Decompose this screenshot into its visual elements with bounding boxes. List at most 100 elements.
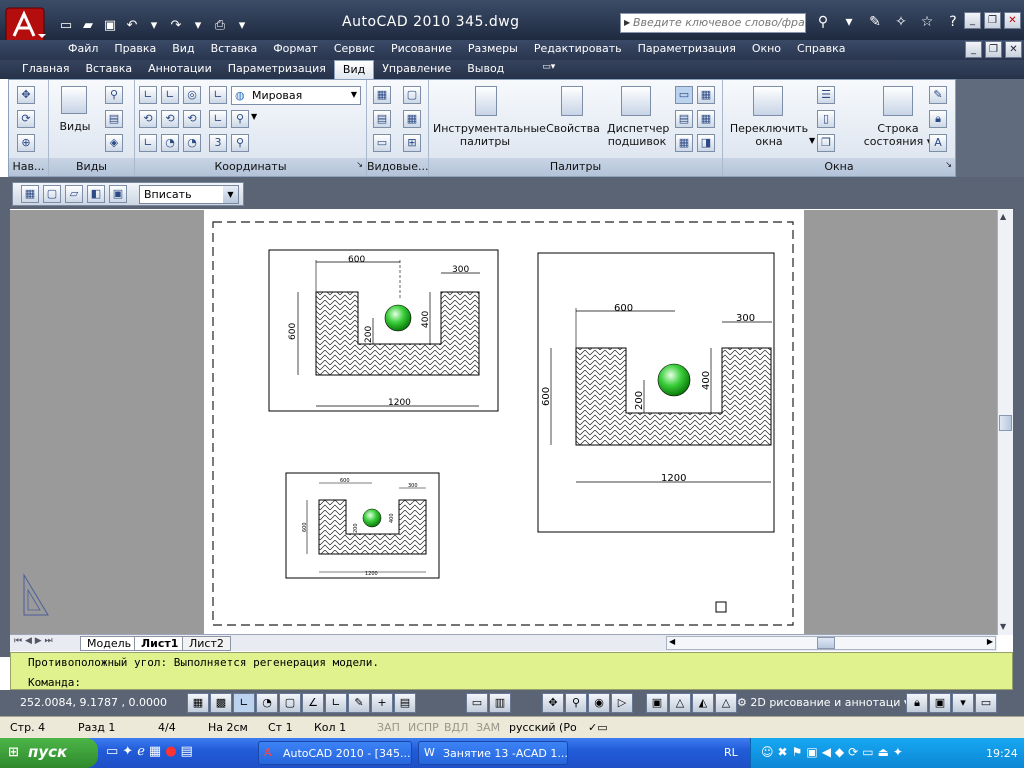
tray-display-icon[interactable]: ▭ [862, 745, 873, 759]
viewport-dialog-icon[interactable]: ▦ [21, 185, 39, 203]
tray-antivirus-icon[interactable]: ✖ [778, 745, 788, 759]
coordinates-display[interactable]: 252.0084, 9.1787 , 0.0000 [20, 696, 167, 709]
customize-qat-icon[interactable]: ▾ [232, 15, 252, 35]
search-input[interactable]: ▶ Введите ключевое слово/фразу [620, 13, 806, 33]
ucs-named-icon[interactable]: ◔ [183, 134, 201, 152]
browser-icon[interactable]: ℯ [137, 744, 145, 759]
ortho-icon[interactable]: ∟ [233, 693, 255, 713]
wrench-icon[interactable]: ✎ [864, 12, 886, 32]
undo-icon[interactable]: ↶ [122, 15, 142, 35]
outlook-icon[interactable]: ▤ [181, 744, 193, 759]
horizontal-scrollbar[interactable]: ◀ ▶ [666, 636, 996, 650]
scroll-right-icon[interactable]: ▶ [987, 637, 993, 646]
binoculars-icon[interactable]: ⚲ [812, 12, 834, 32]
quick-properties-icon[interactable]: ▤ [394, 693, 416, 713]
taskbar-task-autocad[interactable]: A AutoCAD 2010 - [345... [258, 741, 412, 765]
quick-view-layouts-icon[interactable]: ▥ [489, 693, 511, 713]
opera-icon[interactable]: ● [165, 744, 176, 759]
ucs-face-icon[interactable]: ∟ [139, 134, 157, 152]
ucs-select[interactable]: ◍ Мировая ▼ [231, 86, 361, 105]
tray-misc-icon[interactable]: ✦ [893, 745, 903, 759]
tab-layout1[interactable]: Лист1 [134, 636, 186, 651]
menu-dimension[interactable]: Размеры [460, 42, 526, 55]
vertical-scrollbar[interactable]: ▲ ▼ [997, 210, 1013, 635]
tab-parametric[interactable]: Параметризация [220, 60, 334, 79]
tool-palettes-button[interactable]: Инструментальные палитры [433, 122, 546, 148]
menu-edit[interactable]: Правка [106, 42, 164, 55]
ucs-object-icon[interactable]: ⚲ [231, 110, 249, 128]
dropdown-icon[interactable]: ▾ [838, 12, 860, 32]
tray-volume-icon[interactable]: ◀ [822, 745, 831, 759]
tray-network-icon[interactable]: ▣ [806, 745, 817, 759]
close-icon[interactable]: ✕ [1004, 12, 1021, 29]
single-viewport-icon[interactable]: ▢ [43, 185, 61, 203]
print-icon[interactable]: ⎙ [210, 15, 230, 35]
tab-model[interactable]: Модель [80, 636, 139, 651]
tile-horizontal-icon[interactable]: ☰ [817, 86, 835, 104]
doc-minimize-icon[interactable]: _ [965, 41, 982, 58]
menu-draw[interactable]: Рисование [383, 42, 460, 55]
doc-close-icon[interactable]: ✕ [1005, 41, 1022, 58]
otrack-icon[interactable]: ∠ [302, 693, 324, 713]
menu-help[interactable]: Справка [789, 42, 853, 55]
tray-update-icon[interactable]: ⟳ [848, 745, 858, 759]
viewport-grid-icon[interactable]: ⊞ [403, 134, 421, 152]
word-ovr[interactable]: ЗАМ [476, 721, 500, 734]
tray-safely-remove-icon[interactable]: ⏏ [878, 745, 889, 759]
minimize-icon[interactable]: _ [964, 12, 981, 29]
save-icon[interactable]: ▣ [100, 15, 120, 35]
new-file-icon[interactable]: ▭ [56, 15, 76, 35]
tab-view[interactable]: Вид [333, 60, 375, 79]
showmotion-icon[interactable]: ▷ [611, 693, 633, 713]
ucs-origin-icon[interactable]: ∟ [161, 86, 179, 104]
scroll-down-icon[interactable]: ▼ [1000, 622, 1006, 631]
ucs-3-icon[interactable]: 3 [209, 134, 227, 152]
word-rec[interactable]: ЗАП [377, 721, 400, 734]
workspace-switch[interactable]: ⚙ 2D рисование и аннотаци ▾ [735, 693, 909, 713]
viewport-single-icon[interactable]: ▭ [373, 134, 391, 152]
ribbon-minimize-icon[interactable]: ▭▾ [534, 60, 563, 79]
menu-modify[interactable]: Редактировать [526, 42, 630, 55]
tray-flag-icon[interactable]: ⚑ [792, 745, 803, 759]
3d-box-icon[interactable]: ◈ [105, 134, 123, 152]
word-ext[interactable]: ВДЛ [444, 721, 468, 734]
ucs-dropdown-icon[interactable]: ▼ [251, 112, 257, 121]
help-icon[interactable]: ? [942, 12, 964, 32]
maximize-viewport-icon[interactable]: ▣ [646, 693, 668, 713]
sheet-set-manager-icon[interactable] [621, 86, 651, 116]
menu-parametric[interactable]: Параметризация [630, 42, 744, 55]
tray-nvidia-icon[interactable]: ◆ [835, 745, 844, 759]
annotation-scale-icon[interactable]: △ [669, 693, 691, 713]
tab-home[interactable]: Главная [14, 60, 78, 79]
annotation-visibility-icon[interactable]: ◭ [692, 693, 714, 713]
undo-dropdown-icon[interactable]: ▾ [144, 15, 164, 35]
windows-launcher-icon[interactable]: ↘ [945, 160, 952, 169]
tab-nav-arrows-icon[interactable]: ⏮ ◀ ▶ ⏭ [14, 636, 53, 646]
switch-windows-dropdown-icon[interactable]: ▼ [809, 136, 815, 145]
switch-windows-icon[interactable] [753, 86, 783, 116]
dyn-icon[interactable]: ✎ [348, 693, 370, 713]
grid-icon[interactable]: ▩ [210, 693, 232, 713]
show-desktop-icon[interactable]: ▭ [106, 744, 118, 759]
redo-icon[interactable]: ↷ [166, 15, 186, 35]
command-line-icon[interactable]: ▭ [675, 86, 693, 104]
ucs-prev-icon[interactable]: ◔ [161, 134, 179, 152]
menu-insert[interactable]: Вставка [203, 42, 266, 55]
ucs-y-icon[interactable]: ⟲ [161, 110, 179, 128]
lineweight-icon[interactable]: + [371, 693, 393, 713]
model-space-icon[interactable]: ▭ [466, 693, 488, 713]
polygonal-viewport-icon[interactable]: ▱ [65, 185, 83, 203]
tool-palettes-icon[interactable] [475, 86, 497, 116]
clip-viewport-icon[interactable]: ▣ [109, 185, 127, 203]
viewport-new-icon[interactable]: ▢ [403, 86, 421, 104]
tray-app-icon[interactable]: ☺ [761, 745, 774, 759]
cascade-icon[interactable]: ❐ [817, 134, 835, 152]
ucs-3point-icon[interactable]: ∟ [209, 110, 227, 128]
word-language[interactable]: русский (Ро [509, 721, 577, 734]
views-button[interactable]: Виды [53, 120, 97, 133]
open-folder-icon[interactable]: ▰ [78, 15, 98, 35]
start-button[interactable]: ⊞ пуск [0, 738, 98, 768]
snap-icon[interactable]: ▦ [187, 693, 209, 713]
tab-output[interactable]: Вывод [459, 60, 512, 79]
viewport-join-icon[interactable]: ▦ [403, 110, 421, 128]
